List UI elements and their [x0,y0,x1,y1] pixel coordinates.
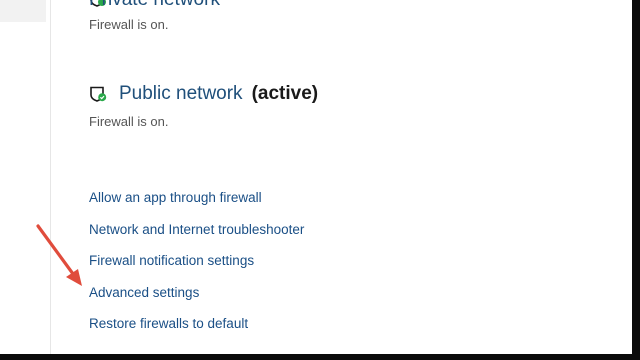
advanced-settings-link[interactable]: Advanced settings [89,285,304,317]
public-network-status: Firewall is on. [89,114,169,129]
troubleshooter-link[interactable]: Network and Internet troubleshooter [89,222,304,254]
private-network-title[interactable]: Private network [89,0,220,9]
allow-app-link[interactable]: Allow an app through firewall [89,190,304,222]
shield-icon [90,86,107,102]
public-network-label[interactable]: Public network [119,83,243,104]
private-network-status: Firewall is on. [89,17,169,32]
annotation-arrow [36,224,82,286]
sidebar-divider [50,0,51,360]
public-network-title[interactable]: Public network (active) [119,84,318,103]
firewall-links: Allow an app through firewall Network an… [89,190,304,348]
sidebar-item[interactable] [0,0,46,22]
active-badge: (active) [251,83,319,104]
firewall-settings-window: Private network Firewall is on. Public n… [0,0,640,360]
frame-edge-bottom [0,354,640,360]
sidebar [0,0,50,360]
notification-settings-link[interactable]: Firewall notification settings [89,253,304,285]
frame-edge-right [632,0,640,360]
restore-defaults-link[interactable]: Restore firewalls to default [89,316,304,348]
